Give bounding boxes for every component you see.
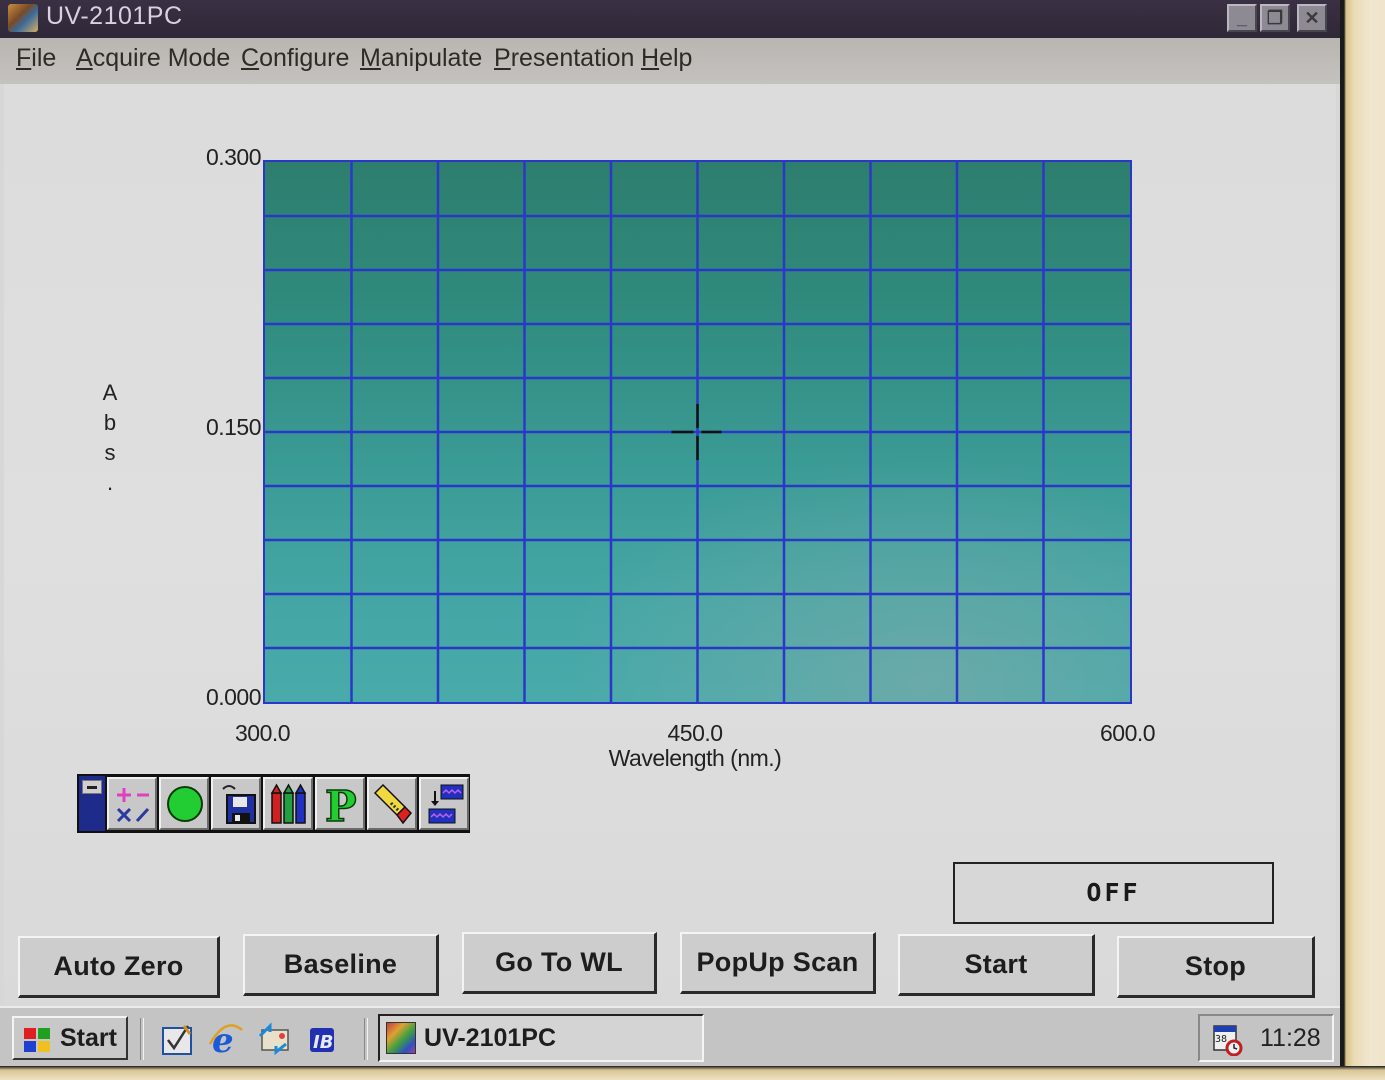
auto-zero-button[interactable]: Auto Zero (18, 936, 220, 998)
uv2101pc-task-icon (386, 1022, 416, 1054)
print-button[interactable]: P (315, 777, 365, 830)
menu-file[interactable]: File (16, 44, 56, 73)
spectrum-plot[interactable] (263, 160, 1132, 704)
save-button[interactable] (211, 777, 261, 830)
pens-button[interactable] (263, 777, 313, 830)
task-label: UV-2101PC (424, 1024, 557, 1052)
y-tick-label: 0.150 (205, 414, 262, 440)
quick-launch-app-icon[interactable]: IB (304, 1022, 340, 1056)
task-scheduler-icon[interactable]: 38 (1210, 1022, 1244, 1056)
x-tick-label: 450.0 (667, 720, 724, 746)
y-axis-label-char: s (104, 440, 116, 465)
crayons-icon (270, 783, 307, 824)
internet-explorer-icon[interactable]: e (208, 1022, 244, 1056)
minimize-icon: _ (1236, 8, 1247, 28)
start-label: Start (60, 1024, 117, 1052)
menu-acquire-mode[interactable]: Acquire Mode (76, 44, 230, 73)
svg-text:P: P (325, 782, 357, 828)
green-circle-icon (167, 786, 203, 822)
svg-text:38: 38 (1215, 1034, 1227, 1045)
menu-manipulate[interactable]: Manipulate (360, 44, 482, 73)
erase-button[interactable] (367, 777, 417, 830)
window-title: UV-2101PC (46, 2, 183, 30)
math-ops-icon (116, 788, 150, 823)
overlay-spectra-icon (428, 784, 464, 824)
show-desktop-icon[interactable] (160, 1022, 196, 1056)
record-button[interactable] (159, 777, 209, 830)
overlay-button[interactable] (419, 777, 469, 830)
monitor-bezel-bottom (0, 1066, 1385, 1080)
popup-scan-button[interactable]: PopUp Scan (680, 932, 876, 994)
menu-presentation[interactable]: Presentation (494, 44, 634, 73)
taskbar-task-uv2101pc[interactable]: UV-2101PC (378, 1014, 704, 1062)
title-bar: UV-2101PC _ ❐ ✕ (0, 0, 1340, 38)
restore-button[interactable]: ❐ (1260, 4, 1290, 32)
windows-flag-icon (24, 1028, 50, 1052)
x-tick-label: 300.0 (235, 720, 291, 746)
x-axis-label: Wavelength (nm.) (608, 745, 782, 771)
taskbar-separator (364, 1018, 368, 1060)
taskbar: Start e IB UV-2101PC 38 11:28 (0, 1006, 1340, 1066)
palette-minimize-icon[interactable] (82, 780, 102, 794)
lamp-status-display: OFF (953, 862, 1274, 924)
close-icon: ✕ (1304, 8, 1320, 28)
palette-handle[interactable] (79, 776, 105, 831)
menu-bar: File Acquire Mode Configure Manipulate P… (0, 38, 1340, 84)
y-axis-label: A b s . (98, 378, 122, 498)
svg-text:IB: IB (313, 1032, 333, 1053)
restore-icon: ❐ (1266, 8, 1284, 28)
baseline-button[interactable]: Baseline (243, 934, 439, 996)
clock: 11:28 (1260, 1024, 1321, 1052)
app-icon[interactable] (8, 4, 38, 32)
close-button[interactable]: ✕ (1297, 4, 1327, 32)
y-tick-label: 0.000 (205, 684, 262, 710)
eraser-icon (373, 783, 413, 825)
minimize-button[interactable]: _ (1227, 4, 1257, 32)
system-tray: 38 11:28 (1198, 1014, 1334, 1062)
y-axis-label-char: A (102, 380, 118, 405)
floppy-disk-icon (222, 785, 256, 824)
taskbar-separator (140, 1018, 144, 1060)
x-tick-label: 600.0 (1100, 720, 1156, 746)
y-axis-label-char: b (103, 410, 117, 435)
monitor-bezel-right (1340, 0, 1385, 1080)
go-to-wl-button[interactable]: Go To WL (462, 932, 657, 994)
y-tick-label: 0.300 (205, 144, 262, 170)
tool-palette: P (77, 774, 470, 833)
stop-button[interactable]: Stop (1117, 936, 1315, 998)
p-icon: P (324, 781, 357, 828)
start-menu-button[interactable]: Start (12, 1016, 128, 1060)
menu-help[interactable]: Help (641, 44, 692, 73)
y-axis-label-char: . (106, 470, 114, 495)
start-scan-button[interactable]: Start (898, 934, 1095, 996)
screen: UV-2101PC _ ❐ ✕ File Acquire Mode Config… (0, 0, 1340, 1066)
math-operations-button[interactable] (107, 777, 157, 830)
menu-configure[interactable]: Configure (241, 44, 349, 73)
plot-grid (265, 162, 1130, 702)
channels-icon[interactable] (256, 1022, 292, 1056)
